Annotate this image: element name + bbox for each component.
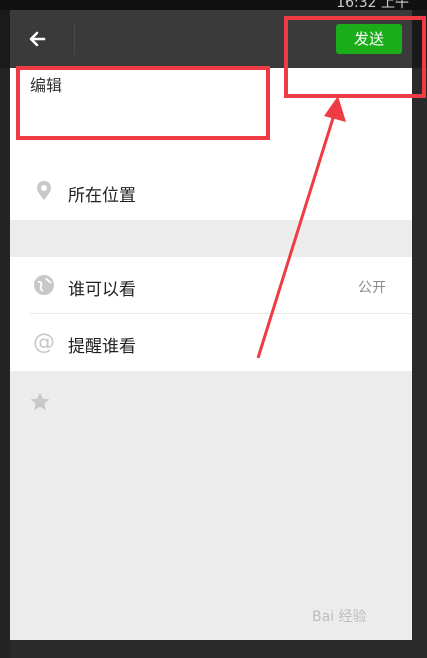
row-remind[interactable]: @ 提醒谁看	[10, 314, 412, 371]
row-visibility-label: 谁可以看	[68, 280, 136, 300]
right-background-strip	[412, 68, 427, 658]
location-pin-icon	[37, 181, 51, 200]
left-background-strip	[0, 68, 10, 658]
header-divider	[74, 24, 75, 54]
back-button[interactable]	[24, 24, 54, 54]
post-panel: 编辑 所在位置 谁可以看 公开 @ 提醒谁看	[10, 68, 412, 640]
svg-text:@: @	[33, 330, 55, 354]
bottom-bar	[10, 640, 412, 658]
globe-icon	[34, 275, 54, 295]
row-remind-label: 提醒谁看	[68, 337, 136, 357]
at-sign-icon: @	[33, 330, 55, 354]
row-location[interactable]: 所在位置	[10, 163, 412, 220]
row-location-label: 所在位置	[68, 186, 136, 206]
row-visibility-value: 公开	[358, 280, 386, 296]
status-bar: 16:32 上午	[0, 0, 427, 11]
annotation-box-send	[284, 16, 426, 98]
section-gap	[10, 218, 412, 258]
star-icon[interactable]	[28, 390, 52, 414]
back-arrow-icon	[29, 31, 46, 47]
annotation-box-editor	[16, 66, 270, 140]
row-visibility[interactable]: 谁可以看 公开	[10, 257, 412, 314]
baidu-watermark: Bai 经验	[312, 609, 367, 625]
